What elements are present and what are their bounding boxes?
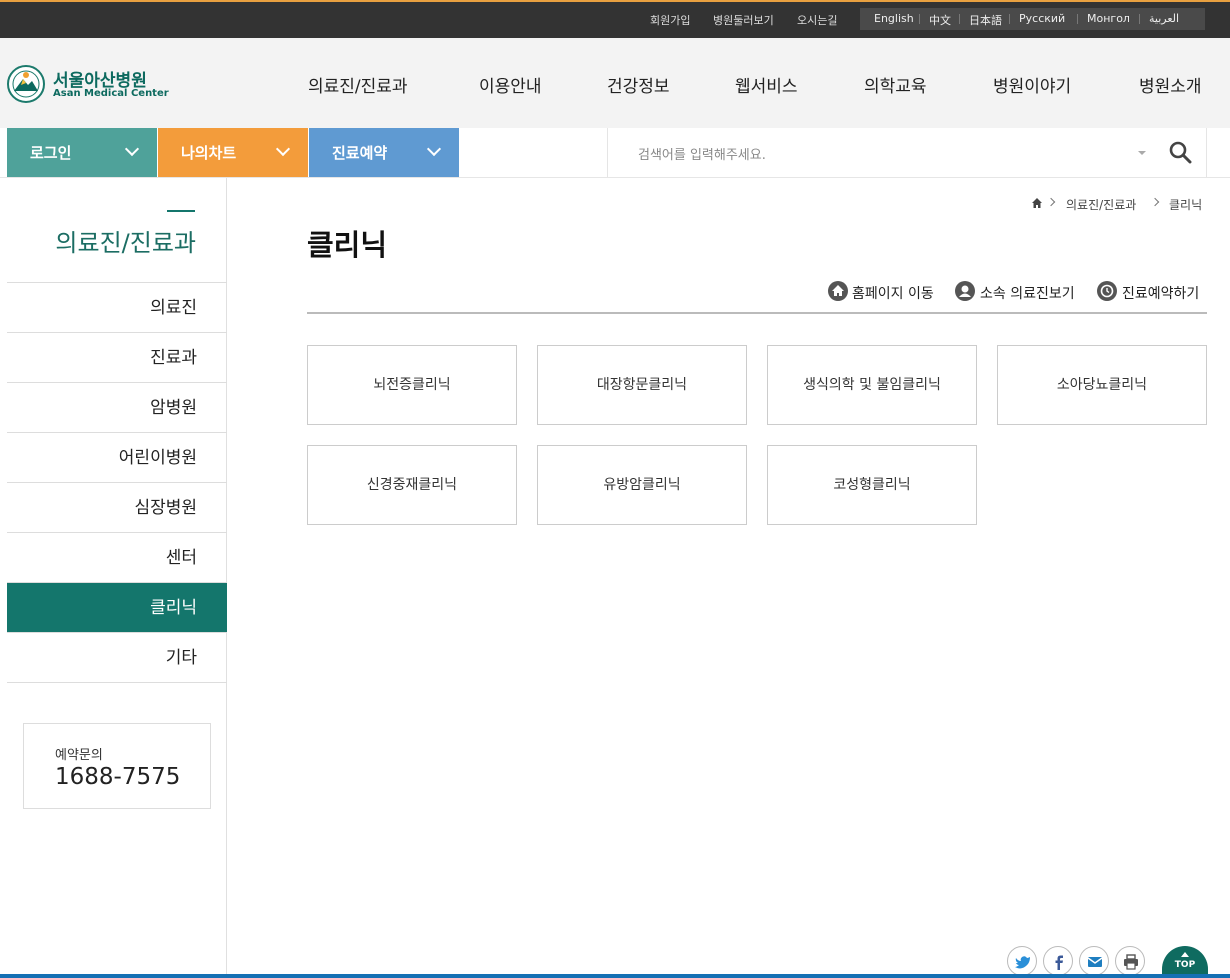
- search-dropdown-icon[interactable]: [1138, 151, 1146, 155]
- book-appointment-link[interactable]: 진료예약하기: [1122, 283, 1199, 303]
- sidebar-item-doctors[interactable]: 의료진: [7, 283, 227, 333]
- search-box: 검색어를 입력해주세요.: [607, 128, 1207, 178]
- breadcrumb-item-doctors-departments[interactable]: 의료진/진료과: [1066, 196, 1136, 213]
- gnb-hospital-story[interactable]: 병원이야기: [993, 72, 1071, 97]
- search-icon[interactable]: [1168, 140, 1192, 164]
- email-share-button[interactable]: [1079, 946, 1109, 976]
- window-bottom-edge: [0, 974, 1230, 978]
- gnb-medical-education[interactable]: 의학교육: [864, 72, 927, 97]
- clinic-card-rhinoplasty[interactable]: 코성형클리닉: [767, 445, 977, 525]
- home-circle-icon[interactable]: [828, 281, 848, 301]
- arrow-up-icon: [1181, 952, 1189, 957]
- site-header: 서울아산병원 Asan Medical Center 의료진/진료과 이용안내 …: [0, 38, 1230, 128]
- search-input[interactable]: 검색어를 입력해주세요.: [638, 144, 766, 163]
- print-button[interactable]: [1115, 946, 1145, 976]
- sidebar: 의료진/진료과 의료진 진료과 암병원 어린이병원 심장병원 센터 클리닉 기타…: [7, 178, 227, 978]
- util-link-tour[interactable]: 병원둘러보기: [713, 12, 774, 28]
- sidebar-title: 의료진/진료과: [55, 229, 196, 257]
- hospital-logo-icon[interactable]: [7, 65, 45, 103]
- gnb-doctors-departments[interactable]: 의료진/진료과: [308, 72, 408, 97]
- mail-icon: [1087, 957, 1103, 967]
- chevron-down-icon: [426, 141, 442, 157]
- my-chart-label: 나의차트: [181, 144, 237, 162]
- scroll-top-label: TOP: [1174, 960, 1196, 970]
- person-icon[interactable]: [955, 281, 975, 301]
- util-link-signup[interactable]: 회원가입: [650, 12, 690, 28]
- lang-divider: [959, 14, 960, 24]
- breadcrumb-item-clinics: 클리닉: [1169, 198, 1203, 212]
- lang-chinese[interactable]: 中文: [929, 12, 951, 28]
- login-label: 로그인: [30, 144, 72, 162]
- facebook-share-button[interactable]: [1043, 946, 1073, 976]
- printer-icon: [1124, 954, 1138, 970]
- language-selector: English 中文 日本語 Русский Монгол العربية: [860, 8, 1205, 30]
- login-button[interactable]: 로그인: [7, 128, 157, 177]
- my-chart-button[interactable]: 나의차트: [158, 128, 308, 177]
- tool-divider: [307, 312, 1207, 314]
- lang-divider: [919, 14, 920, 24]
- gnb-health-info[interactable]: 건강정보: [607, 72, 670, 97]
- util-link-directions[interactable]: 오시는길: [797, 12, 837, 28]
- reservation-label: 진료예약: [332, 144, 388, 162]
- sidebar-item-centers[interactable]: 센터: [7, 533, 227, 583]
- clinic-card-pediatric-diabetes[interactable]: 소아당뇨클리닉: [997, 345, 1207, 425]
- lang-divider: [1139, 14, 1140, 24]
- breadcrumb-chevron-icon: [1150, 197, 1160, 207]
- lang-mongolian[interactable]: Монгол: [1087, 12, 1130, 25]
- breadcrumb-chevron-icon: [1046, 197, 1056, 207]
- lang-divider: [1077, 14, 1078, 24]
- sidebar-item-clinics[interactable]: 클리닉: [7, 583, 227, 633]
- chevron-down-icon: [275, 141, 291, 157]
- reservation-inquiry-label: 예약문의: [55, 748, 103, 763]
- clinic-card-neurointervention[interactable]: 신경중재클리닉: [307, 445, 517, 525]
- sidebar-item-childrens-hospital[interactable]: 어린이병원: [7, 433, 227, 483]
- lang-arabic[interactable]: العربية: [1149, 12, 1179, 25]
- gnb-web-services[interactable]: 웹서비스: [735, 72, 798, 97]
- twitter-icon: [1015, 956, 1030, 969]
- reservation-button[interactable]: 진료예약: [309, 128, 459, 177]
- facebook-icon: [1055, 955, 1063, 970]
- page-title: 클리닉: [307, 228, 388, 262]
- view-doctors-link[interactable]: 소속 의료진보기: [980, 283, 1075, 303]
- reservation-phone-number: 1688-7575: [55, 764, 181, 790]
- home-icon[interactable]: [1031, 197, 1043, 209]
- clinic-card-fertility[interactable]: 생식의학 및 불임클리닉: [767, 345, 977, 425]
- sidebar-item-cancer-hospital[interactable]: 암병원: [7, 383, 227, 433]
- gnb-about[interactable]: 병원소개: [1139, 72, 1202, 97]
- gnb-guide[interactable]: 이용안내: [479, 72, 542, 97]
- logo-english-name[interactable]: Asan Medical Center: [53, 88, 169, 99]
- clock-icon[interactable]: [1097, 281, 1117, 301]
- clinic-card-breast-cancer[interactable]: 유방암클리닉: [537, 445, 747, 525]
- lang-divider: [1009, 14, 1010, 24]
- homepage-link[interactable]: 홈페이지 이동: [852, 283, 934, 303]
- sidebar-item-departments[interactable]: 진료과: [7, 333, 227, 383]
- clinic-card-epilepsy[interactable]: 뇌전증클리닉: [307, 345, 517, 425]
- lang-japanese[interactable]: 日本語: [969, 12, 1002, 28]
- twitter-share-button[interactable]: [1007, 946, 1037, 976]
- top-utility-bar: 회원가입 병원둘러보기 오시는길 English 中文 日本語 Русский …: [0, 0, 1230, 38]
- lang-english[interactable]: English: [874, 12, 914, 25]
- reservation-inquiry-box: 예약문의 1688-7575: [23, 723, 211, 809]
- clinic-card-colorectal[interactable]: 대장항문클리닉: [537, 345, 747, 425]
- sidebar-item-heart-hospital[interactable]: 심장병원: [7, 483, 227, 533]
- sidebar-title-accent: [167, 210, 195, 212]
- sidebar-menu: 의료진 진료과 암병원 어린이병원 심장병원 센터 클리닉 기타: [7, 282, 227, 683]
- chevron-down-icon: [124, 141, 140, 157]
- sidebar-item-others[interactable]: 기타: [7, 633, 227, 683]
- lang-russian[interactable]: Русский: [1019, 12, 1065, 25]
- scroll-top-button[interactable]: TOP: [1162, 946, 1208, 976]
